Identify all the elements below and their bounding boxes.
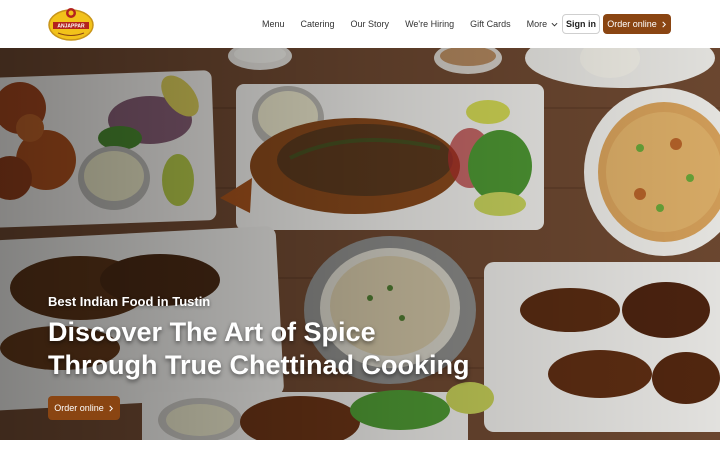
nav-item-label: Gift Cards: [470, 19, 511, 29]
nav-item-gift-cards[interactable]: Gift Cards: [470, 19, 511, 29]
hero-headline-line1: Discover The Art of Spice: [48, 317, 376, 347]
nav-item-catering[interactable]: Catering: [301, 19, 335, 29]
page-bottom: [0, 440, 720, 450]
nav-item-label: We're Hiring: [405, 19, 455, 29]
logo-wordmark: ANJAPPAR: [57, 24, 85, 30]
nav-item-our-story[interactable]: Our Story: [351, 19, 390, 29]
order-online-label: Order online: [607, 19, 657, 29]
site-header: ANJAPPAR Menu Catering Our Story We're H…: [0, 0, 720, 48]
anjappar-logo[interactable]: ANJAPPAR: [48, 7, 94, 41]
order-online-button[interactable]: Order online: [603, 14, 671, 34]
hero-headline: Discover The Art of Spice Through True C…: [48, 316, 488, 382]
nav-item-label: Menu: [262, 19, 285, 29]
nav-item-label: Our Story: [350, 19, 390, 29]
chevron-down-icon: [551, 22, 558, 26]
sign-in-label: Sign in: [566, 19, 596, 29]
nav-item-label: Catering: [300, 19, 335, 29]
hero-headline-line2: Through True Chettinad Cooking: [48, 350, 470, 380]
nav-item-hiring[interactable]: We're Hiring: [405, 19, 454, 29]
main-nav: Menu Catering Our Story We're Hiring Gif…: [262, 0, 574, 48]
chevron-right-icon: [109, 405, 113, 411]
nav-item-menu[interactable]: Menu: [262, 19, 285, 29]
nav-item-label: More: [526, 19, 548, 29]
hero-order-online-label: Order online: [54, 403, 104, 413]
sign-in-button[interactable]: Sign in: [562, 14, 600, 34]
chevron-right-icon: [662, 21, 666, 27]
hero-eyebrow: Best Indian Food in Tustin: [48, 294, 211, 309]
nav-item-more[interactable]: More: [527, 19, 559, 29]
hero-order-online-button[interactable]: Order online: [48, 396, 120, 420]
hero-section: Best Indian Food in Tustin Discover The …: [0, 48, 720, 440]
